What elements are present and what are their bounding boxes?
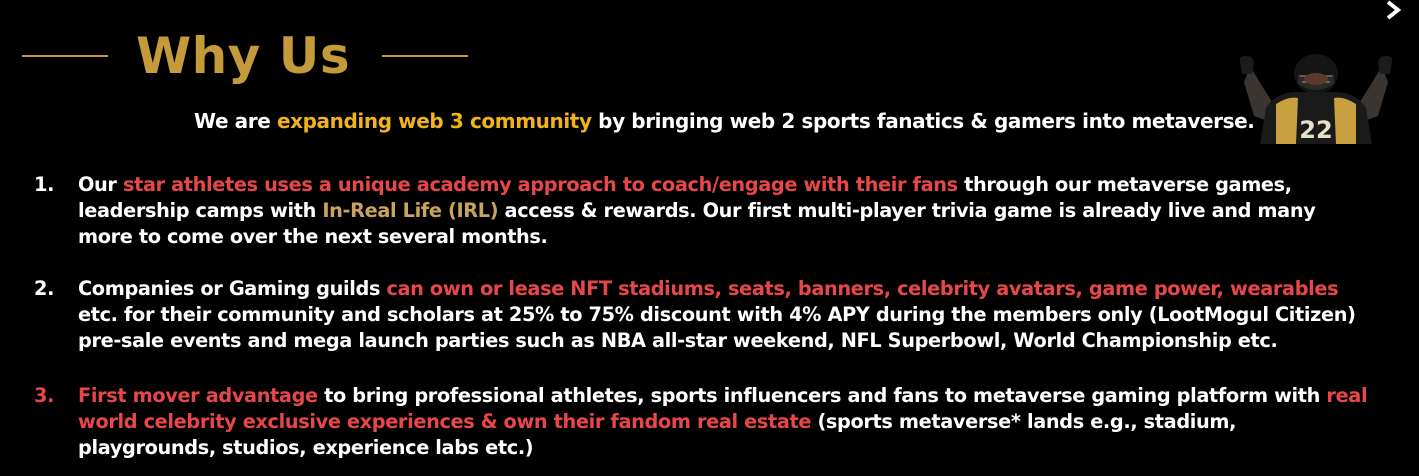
title-row: Why Us bbox=[22, 16, 469, 96]
list-item-body: Our star athletes uses a unique academy … bbox=[78, 172, 1398, 250]
football-player-image: 22 bbox=[1239, 54, 1393, 144]
slide: Why Us We are expanding web 3 community … bbox=[0, 0, 1419, 476]
highlight-text: world celebrity exclusive experiences & … bbox=[78, 410, 812, 433]
list-item-line: Our star athletes uses a unique academy … bbox=[78, 172, 1398, 198]
text-span: leadership camps with bbox=[78, 199, 323, 222]
text-span: access & rewards. Our first multi-player… bbox=[498, 199, 1316, 222]
text-span: to bring professional athletes, sports i… bbox=[317, 384, 1327, 407]
highlight-text: star athletes uses a unique academy appr… bbox=[122, 173, 958, 196]
text-span: Our bbox=[78, 173, 123, 196]
text-span: through our metaverse games, bbox=[957, 173, 1292, 196]
list-item-number: 2. bbox=[34, 277, 55, 300]
chevron-right-icon[interactable] bbox=[1384, 0, 1406, 24]
highlight-text: In-Real Life (IRL) bbox=[322, 199, 499, 222]
list-item-line: etc. for their community and scholars at… bbox=[78, 303, 1356, 326]
list-item-line: First mover advantage to bring professio… bbox=[78, 383, 1398, 409]
text-span: (sports metaverse* lands e.g., stadium, bbox=[811, 410, 1237, 433]
jersey-number: 22 bbox=[1299, 116, 1332, 144]
list-item-line: leadership camps with In-Real Life (IRL)… bbox=[78, 198, 1398, 224]
list-item-line: pre-sale events and mega launch parties … bbox=[78, 329, 1278, 352]
list-item-line: Companies or Gaming guilds can own or le… bbox=[78, 276, 1398, 302]
slide-subtitle: We are expanding web 3 community by brin… bbox=[194, 109, 1255, 133]
highlight-text: First mover advantage bbox=[78, 384, 318, 407]
list-item-line: more to come over the next several month… bbox=[78, 225, 548, 248]
list-item-number: 3. bbox=[34, 384, 55, 407]
subtitle-prefix: We are bbox=[194, 109, 277, 133]
list-item-number: 1. bbox=[34, 173, 55, 196]
text-span: Companies or Gaming guilds bbox=[78, 277, 387, 300]
list-item-line: playgrounds, studios, experience labs et… bbox=[78, 436, 534, 459]
subtitle-suffix: by bringing web 2 sports fanatics & game… bbox=[591, 109, 1255, 133]
list-item-body: Companies or Gaming guilds can own or le… bbox=[78, 276, 1398, 354]
title-rule-right bbox=[382, 55, 469, 57]
title-rule-left bbox=[22, 55, 108, 57]
list-item-line: world celebrity exclusive experiences & … bbox=[78, 409, 1398, 435]
list-item-body: First mover advantage to bring professio… bbox=[78, 383, 1398, 461]
highlight-text: real bbox=[1326, 384, 1368, 407]
subtitle-highlight: expanding web 3 community bbox=[276, 109, 592, 133]
highlight-text: can own or lease NFT stadiums, seats, ba… bbox=[386, 277, 1339, 300]
slide-title: Why Us bbox=[136, 27, 351, 85]
